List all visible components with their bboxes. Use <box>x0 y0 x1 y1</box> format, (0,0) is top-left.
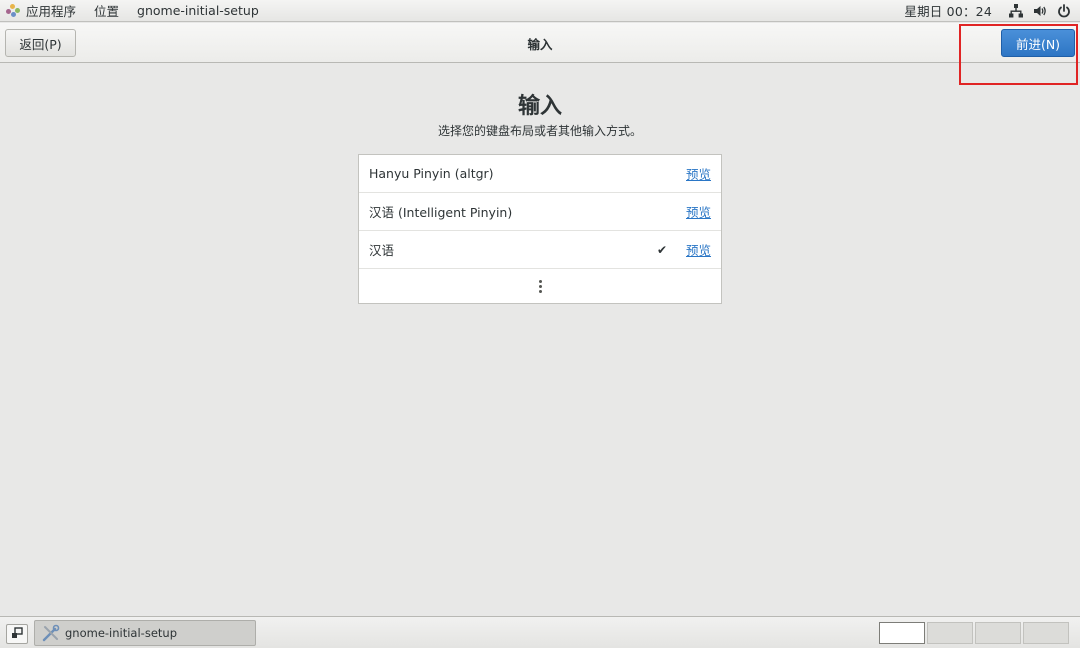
page-subtitle: 选择您的键盘布局或者其他输入方式。 <box>437 124 642 138</box>
page-title: 输入 <box>517 94 562 119</box>
input-source-row[interactable]: Hanyu Pinyin (altgr) 预览 <box>359 155 721 193</box>
preview-link[interactable]: 预览 <box>686 240 711 259</box>
input-source-label: Hanyu Pinyin (altgr) <box>369 166 494 181</box>
header-title: 输入 <box>527 36 553 52</box>
input-source-label: 汉语 <box>369 243 395 258</box>
app-menu[interactable]: gnome-initial-setup <box>128 0 268 22</box>
workspace-3[interactable] <box>975 622 1021 644</box>
task-button-gnome-initial-setup[interactable]: gnome-initial-setup <box>34 620 256 646</box>
highlight-box <box>959 24 1078 85</box>
power-icon[interactable] <box>1052 0 1076 22</box>
input-source-label: 汉语 (Intelligent Pinyin) <box>369 205 513 220</box>
workspace-4[interactable] <box>1023 622 1069 644</box>
app-menu-label: gnome-initial-setup <box>137 3 259 18</box>
top-panel: 应用程序 位置 gnome-initial-setup 星期日 00：24 <box>0 0 1080 22</box>
checkmark-icon: ✔ <box>657 242 668 257</box>
task-label: gnome-initial-setup <box>65 626 177 640</box>
input-source-list: Hanyu Pinyin (altgr) 预览 汉语 (Intelligent … <box>358 154 722 304</box>
volume-icon[interactable] <box>1028 0 1052 22</box>
show-desktop-icon <box>12 627 23 638</box>
input-source-row[interactable]: 汉语 (Intelligent Pinyin) 预览 <box>359 193 721 231</box>
preview-link[interactable]: 预览 <box>686 202 711 221</box>
input-source-row[interactable]: 汉语 ✔ 预览 <box>359 231 721 269</box>
tools-icon <box>42 624 60 642</box>
places-label: 位置 <box>94 4 120 19</box>
header-bar: 输入 返回(P) 前进(N) <box>0 23 1080 63</box>
system-tray: 星期日 00：24 <box>892 0 1080 22</box>
preview-link[interactable]: 预览 <box>686 164 711 183</box>
view-more-icon <box>538 279 542 293</box>
clock[interactable]: 星期日 00：24 <box>892 1 1004 20</box>
network-icon[interactable] <box>1004 0 1028 22</box>
workspace-1[interactable] <box>879 622 925 644</box>
more-sources-button[interactable] <box>359 269 721 303</box>
places-menu[interactable]: 位置 <box>85 0 128 22</box>
gnome-foot-icon <box>6 3 20 18</box>
applications-menu[interactable]: 应用程序 <box>0 0 85 22</box>
workspace-2[interactable] <box>927 622 973 644</box>
applications-label: 应用程序 <box>26 4 77 19</box>
back-button[interactable]: 返回(P) <box>5 29 76 57</box>
taskbar: gnome-initial-setup <box>0 616 1080 648</box>
show-desktop-button[interactable] <box>6 624 28 644</box>
